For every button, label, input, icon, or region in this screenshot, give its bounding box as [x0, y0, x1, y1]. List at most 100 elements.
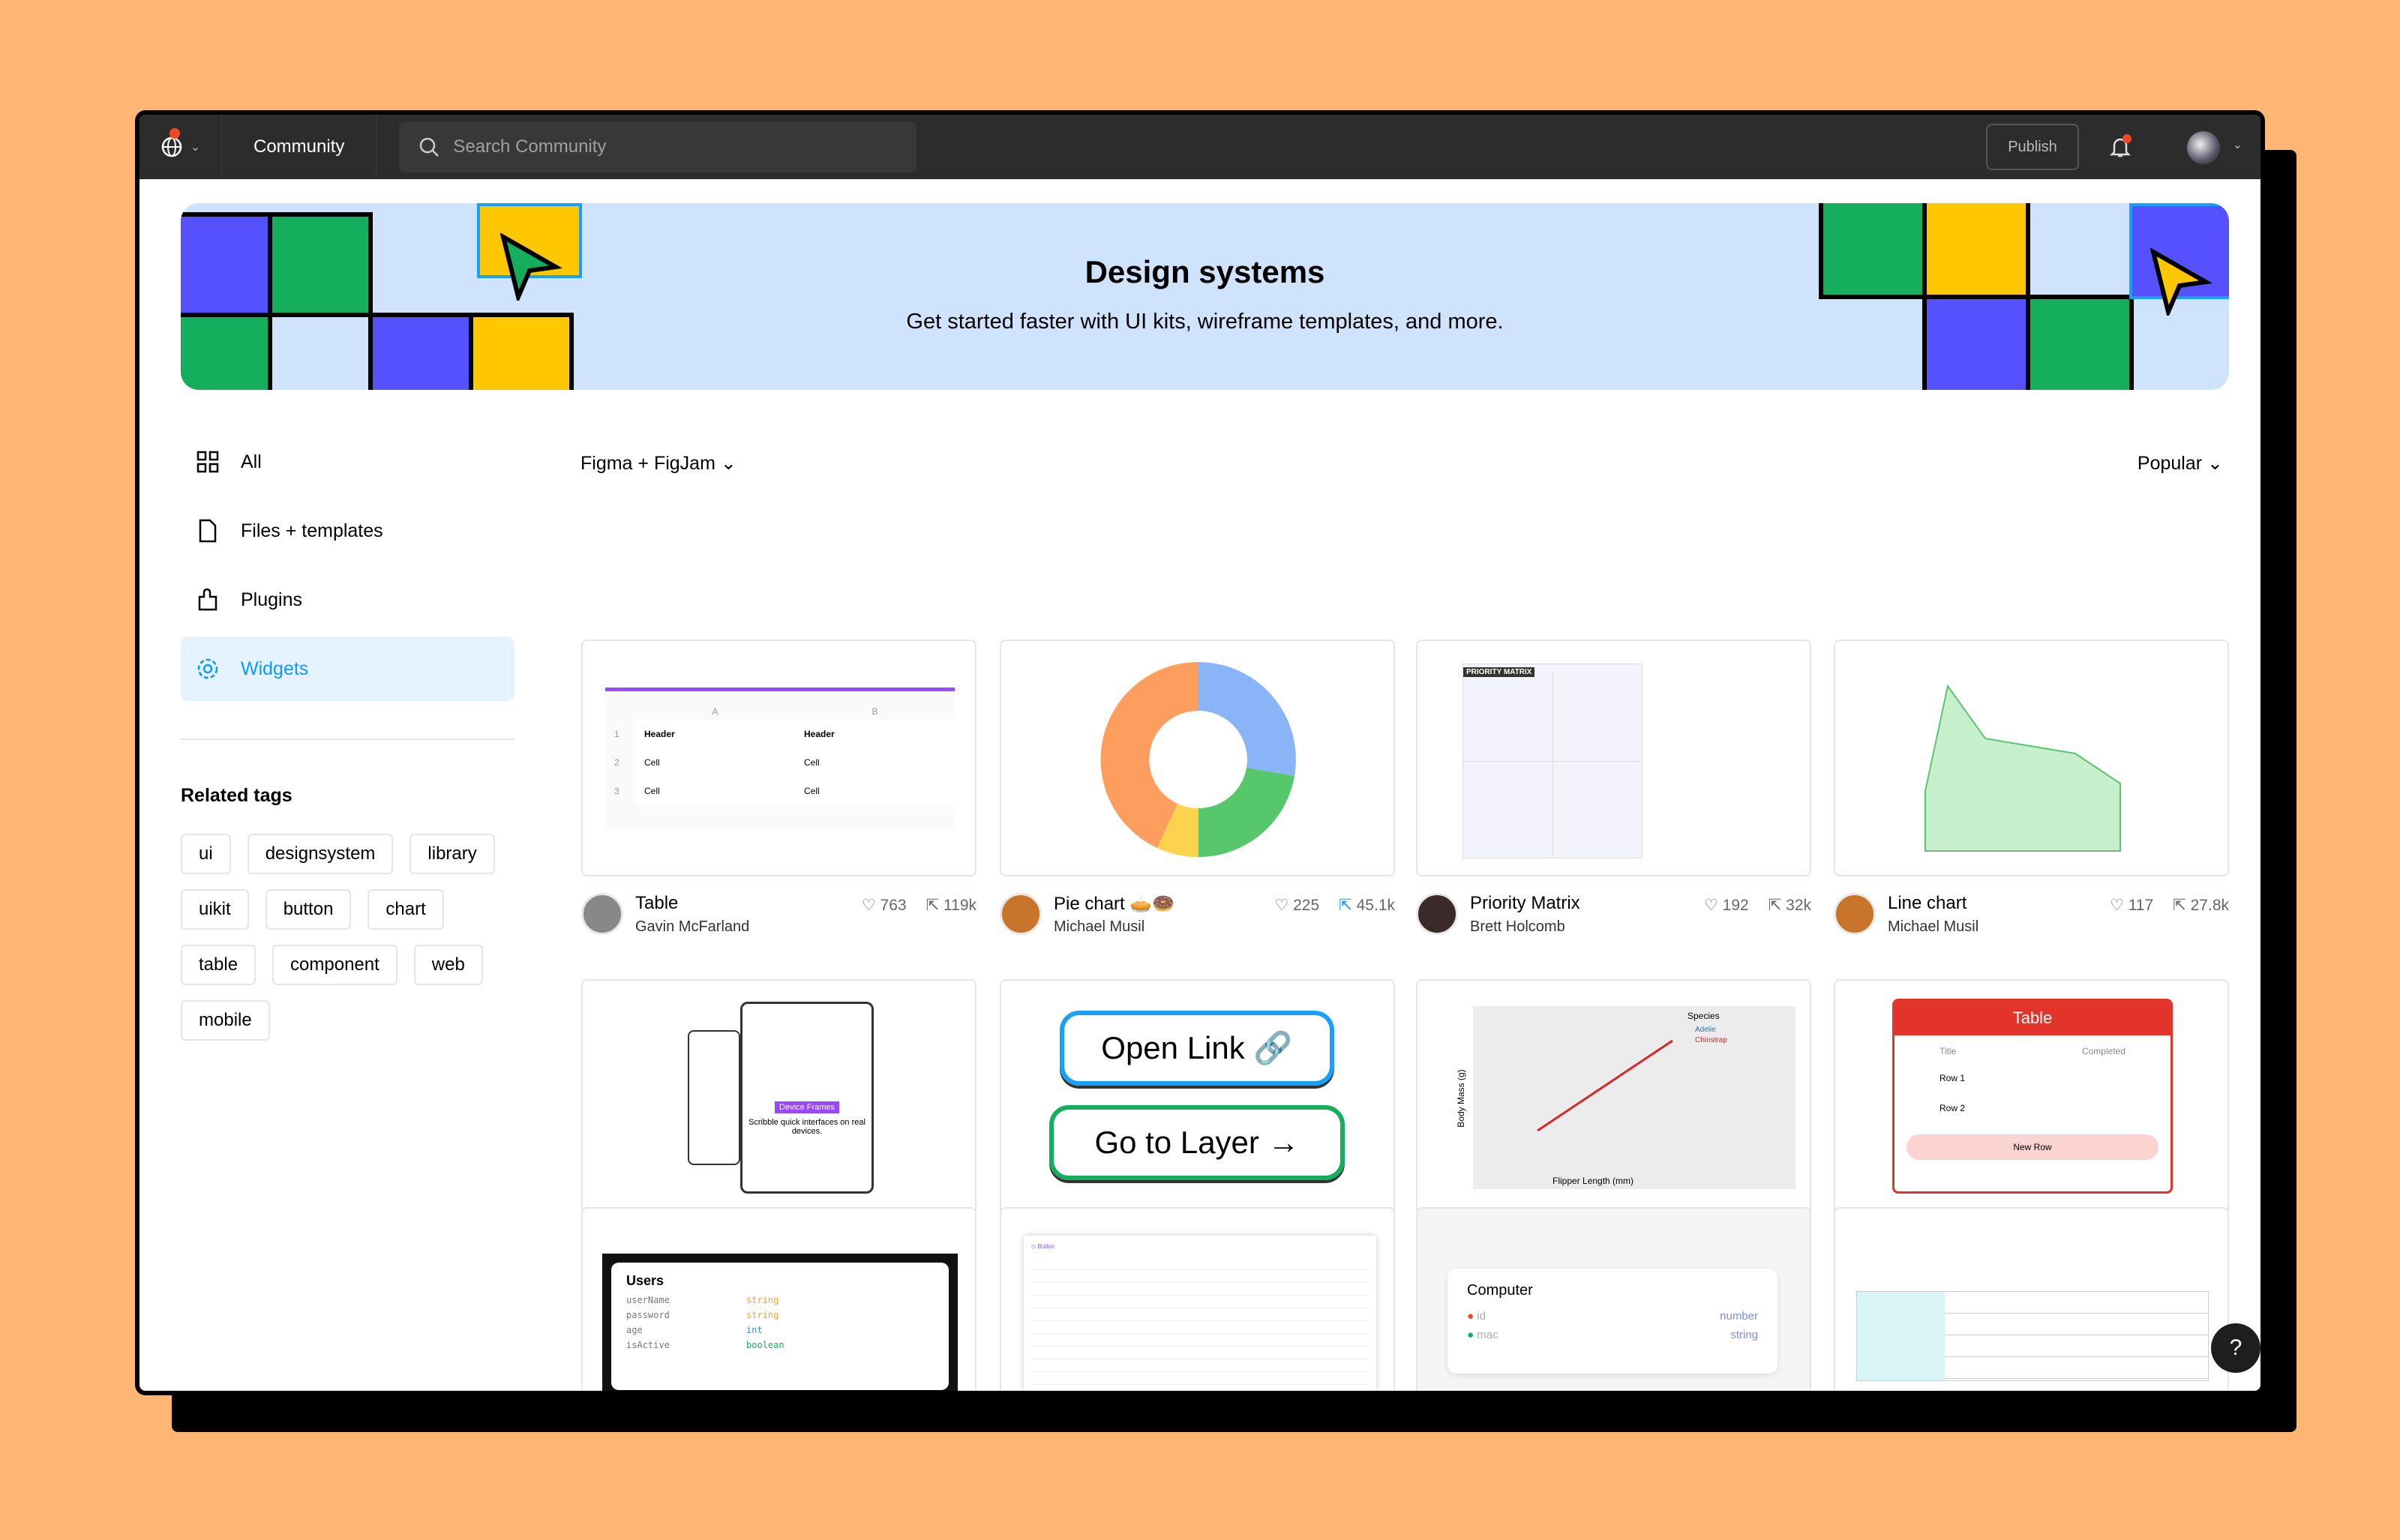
field-type: string [746, 1295, 779, 1305]
tag[interactable]: ui [181, 834, 231, 874]
thumb-title: Users [626, 1273, 664, 1288]
uses-count: 32k [1786, 897, 1811, 914]
like-button[interactable]: ♡ 192 [1704, 896, 1749, 915]
go-to-layer-preview: Go to Layer → [1049, 1105, 1345, 1180]
like-count: 117 [2128, 897, 2154, 914]
platform-filter[interactable]: Figma + FigJam ⌄ [580, 452, 736, 475]
row: Row 2 [1940, 1103, 1966, 1113]
open-icon: ⇱ [2173, 897, 2186, 914]
related-tags-title: Related tags [181, 785, 292, 806]
search-input[interactable] [453, 136, 874, 157]
widget-card[interactable]: Pie chart 🥧🍩 Michael Musil ♡ 225 ⇱ 45.1k [1000, 640, 1395, 945]
tag[interactable]: designsystem [247, 834, 394, 874]
user-avatar[interactable] [2187, 131, 2220, 164]
like-button[interactable]: ♡ 763 [862, 896, 907, 915]
widget-card[interactable] [1834, 1207, 2229, 1391]
notifications-button[interactable] [2108, 134, 2133, 163]
community-title[interactable]: Community [222, 115, 377, 179]
card-title[interactable]: Priority Matrix [1470, 893, 1580, 914]
thumb-title: Computer [1467, 1282, 1533, 1299]
globe-icon [161, 136, 182, 157]
tag-list: ui designsystem library uikit button cha… [181, 834, 496, 1041]
thumb-title: Table [1894, 1001, 2170, 1035]
widget-card[interactable]: PRIORITY MATRIX Priority Matrix Brett Ho… [1416, 640, 1811, 945]
notification-dot [170, 128, 180, 139]
sidebar-item-label: Plugins [241, 589, 302, 610]
tag[interactable]: uikit [181, 889, 249, 930]
sidebar-item-plugins[interactable]: Plugins [181, 568, 514, 632]
col: Completed [2081, 1046, 2126, 1056]
card-author[interactable]: Brett Holcomb [1470, 918, 1565, 936]
card-thumbnail: AB 1 Header Header 2 Cell Cell 3 Cell Cell [581, 640, 976, 876]
card-title[interactable]: Table [635, 893, 678, 914]
avatar [1834, 893, 1876, 935]
uses-count: 45.1k [1356, 897, 1395, 914]
field-name: isActive [626, 1340, 670, 1350]
avatar [1416, 893, 1458, 935]
like-count: 763 [880, 897, 907, 914]
uses-stat: ⇱ 119k [926, 896, 976, 915]
sort-dropdown[interactable]: Popular ⌄ [2138, 452, 2223, 475]
tag[interactable]: mobile [181, 1000, 270, 1041]
card-meta: Table Gavin McFarland ♡ 763 ⇱ 119k [581, 893, 976, 945]
field-name: password [626, 1310, 670, 1320]
sidebar-item-files-templates[interactable]: Files + templates [181, 499, 514, 563]
uses-stat: ⇱ 27.8k [2173, 896, 2229, 915]
widget-card[interactable]: Line chart Michael Musil ♡ 117 ⇱ 27.8k [1834, 640, 2229, 945]
sidebar-item-all[interactable]: All [181, 430, 514, 494]
open-icon: ⇱ [1339, 897, 1352, 914]
field-name: userName [626, 1295, 670, 1305]
donut-chart-preview [1100, 661, 1296, 858]
card-thumbnail [1000, 640, 1395, 876]
banner-title: Design systems [1084, 254, 1325, 289]
avatar [581, 893, 623, 935]
field-type: string [746, 1310, 779, 1320]
chevron-down-icon: ⌄ [2232, 139, 2242, 151]
sidebar-item-label: Widgets [241, 658, 309, 679]
property-table-preview: ◇ Button [1024, 1236, 1376, 1391]
card-author[interactable]: Michael Musil [1888, 918, 1978, 936]
sidebar-item-label: Files + templates [241, 520, 383, 541]
card-meta: Line chart Michael Musil ♡ 117 ⇱ 27.8k [1834, 893, 2229, 945]
sidebar-item-widgets[interactable]: Widgets [181, 637, 514, 701]
card-thumbnail: Device Frames Scribble quick interfaces o… [581, 979, 976, 1216]
tag[interactable]: library [410, 834, 495, 874]
card-title[interactable]: Pie chart 🥧🍩 [1054, 893, 1174, 915]
card-thumbnail: Users userName string password string age int… [581, 1207, 976, 1391]
language-menu[interactable]: ⌄ [140, 115, 222, 179]
widget-card[interactable]: AB 1 Header Header 2 Cell Cell 3 Cell Cell Tab… [581, 640, 976, 945]
like-count: 192 [1722, 897, 1749, 914]
col: Title [1940, 1046, 1957, 1056]
cell: Cell [795, 748, 955, 777]
sidebar-divider [181, 739, 514, 740]
tag[interactable]: table [181, 945, 256, 985]
card-title[interactable]: Line chart [1888, 893, 1966, 914]
field-name: age [626, 1325, 643, 1335]
card-meta: Pie chart 🥧🍩 Michael Musil ♡ 225 ⇱ 45.1k [1000, 893, 1395, 945]
widget-card[interactable]: Users userName string password string age int… [581, 1207, 976, 1391]
like-button[interactable]: ♡ 225 [1274, 896, 1319, 915]
tag[interactable]: button [265, 889, 352, 930]
open-icon: ⇱ [926, 897, 940, 914]
thumb-badge: Device Frames [775, 1101, 839, 1113]
search-box[interactable] [399, 121, 917, 172]
cell: Cell [795, 777, 955, 805]
heart-icon: ♡ [1274, 897, 1289, 914]
line-chart-preview [1924, 684, 2121, 852]
uses-count: 27.8k [2190, 897, 2229, 914]
tag[interactable]: web [413, 945, 483, 985]
widget-card[interactable]: ◇ Button [1000, 1207, 1395, 1391]
card-author[interactable]: Gavin McFarland [635, 918, 749, 936]
like-button[interactable]: ♡ 117 [2110, 896, 2153, 915]
tag[interactable]: component [272, 945, 398, 985]
card-thumbnail: Computer ● id number ● mac string [1416, 1207, 1811, 1391]
field-type: number [1720, 1310, 1758, 1323]
help-button[interactable]: ? [2211, 1323, 2260, 1373]
field-name: id [1477, 1310, 1486, 1323]
cell: Cell [635, 777, 795, 805]
tag[interactable]: chart [368, 889, 444, 930]
widget-card[interactable]: Computer ● id number ● mac string [1416, 1207, 1811, 1391]
app-window: ⌄ Community Publish ⌄ Design systems Get… [135, 110, 2265, 1395]
publish-button[interactable]: Publish [1986, 124, 2079, 170]
card-author[interactable]: Michael Musil [1054, 918, 1144, 936]
